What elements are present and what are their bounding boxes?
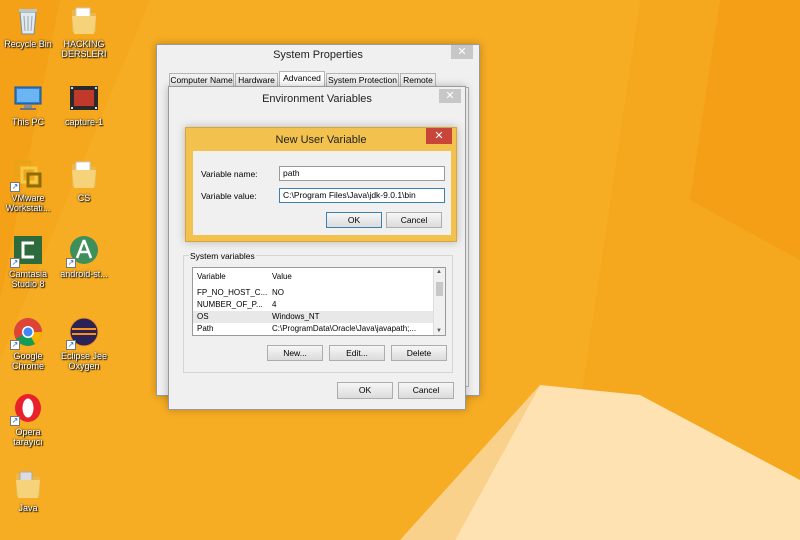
new-variable-cancel-button[interactable]: Cancel [386, 212, 442, 228]
cancel-button[interactable]: Cancel [398, 382, 454, 399]
folder-icon [68, 158, 100, 190]
desktop-icon-eclipse[interactable]: ↗ Eclipse Jee Oxygen [56, 316, 112, 371]
variable-name-cell: FP_NO_HOST_C... [197, 288, 267, 297]
system-variables-label: System variables [189, 251, 256, 261]
video-file-icon [68, 82, 100, 114]
shortcut-arrow-icon: ↗ [10, 340, 20, 350]
variable-value-cell: Windows_NT [272, 312, 320, 321]
variable-name-input[interactable]: path [279, 166, 445, 181]
close-icon: ✕ [457, 46, 467, 58]
system-variables-list[interactable]: Variable Value FP_NO_HOST_C... NO NUMBER… [192, 267, 446, 336]
desktop-icon-label: VMware Workstati... [5, 193, 51, 213]
desktop-icon-label: Eclipse Jee Oxygen [60, 351, 108, 371]
desktop-icon-opera[interactable]: ↗ Opera tarayıcı [0, 392, 56, 447]
desktop-icon-camtasia[interactable]: ↗ Camtasia Studio 8 [0, 234, 56, 289]
desktop-icon-android-studio[interactable]: ↗ android-st... [56, 234, 112, 279]
shortcut-arrow-icon: ↗ [66, 340, 76, 350]
desktop-icon-label: Recycle Bin [4, 39, 52, 49]
table-row[interactable]: Path C:\ProgramData\Oracle\Java\javapath… [193, 323, 434, 335]
table-row[interactable]: FP_NO_HOST_C... NO [193, 287, 434, 299]
desktop-icon-hacking-dersleri[interactable]: HACKING DERSLERI [56, 4, 112, 59]
variable-value-cell: C:\ProgramData\Oracle\Java\javapath;... [272, 324, 417, 333]
new-user-variable-title: New User Variable [275, 134, 367, 146]
variable-name-cell: Path [197, 324, 214, 333]
desktop-icon-label: capture-1 [64, 117, 104, 127]
system-properties-title: System Properties [273, 49, 363, 61]
shortcut-arrow-icon: ↗ [10, 416, 20, 426]
computer-icon [12, 82, 44, 114]
system-properties-close-button[interactable]: ✕ [451, 45, 473, 59]
close-icon: ✕ [445, 90, 455, 102]
desktop-icon-java[interactable]: Java [0, 468, 56, 513]
variable-name-cell: OS [197, 312, 209, 321]
shortcut-arrow-icon: ↗ [10, 182, 20, 192]
environment-variables-close-button[interactable]: ✕ [439, 89, 461, 103]
table-row[interactable]: OS Windows_NT [193, 311, 434, 323]
desktop-icon-label: Camtasia Studio 8 [8, 269, 47, 289]
variable-value-cell: 4 [272, 300, 277, 309]
dialog-body: Variable name: path Variable value: C:\P… [193, 151, 451, 235]
vertical-scrollbar[interactable]: ▲ ▼ [433, 268, 445, 335]
android-studio-icon: ↗ [66, 234, 100, 268]
desktop-icon-label: android-st... [60, 269, 108, 279]
variable-value-cell: NO [272, 288, 284, 297]
desktop-icon-label: Java [18, 503, 38, 513]
folder-icon [12, 468, 44, 500]
chrome-icon: ↗ [10, 316, 44, 350]
desktop-icon-capture-1[interactable]: capture-1 [56, 82, 112, 127]
desktop-icon-google-chrome[interactable]: ↗ Google Chrome [0, 316, 56, 371]
edit-system-variable-button[interactable]: Edit... [329, 345, 385, 361]
column-header-variable[interactable]: Variable [197, 272, 226, 281]
scrollbar-thumb[interactable] [436, 282, 443, 296]
table-row[interactable]: NUMBER_OF_P... 4 [193, 299, 434, 311]
variable-value-input[interactable]: C:\Program Files\Java\jdk-9.0.1\bin [279, 188, 445, 203]
shortcut-arrow-icon: ↗ [66, 258, 76, 268]
camtasia-icon: ↗ [10, 234, 44, 268]
close-icon: ✕ [434, 130, 444, 142]
scroll-up-icon[interactable]: ▲ [436, 269, 442, 275]
new-user-variable-dialog: New User Variable ✕ Variable name: path … [185, 127, 457, 242]
vmware-icon: ↗ [10, 158, 44, 192]
desktop-icon-label: HACKING DERSLERI [61, 39, 107, 59]
new-variable-ok-button[interactable]: OK [326, 212, 382, 228]
new-user-variable-close-button[interactable]: ✕ [426, 128, 452, 144]
desktop-icon-label: CS [77, 193, 91, 203]
recycle-bin-icon [12, 4, 44, 36]
environment-variables-title: Environment Variables [262, 93, 372, 105]
desktop-icon-label: This PC [11, 117, 44, 127]
new-system-variable-button[interactable]: New... [267, 345, 323, 361]
folder-icon [68, 4, 100, 36]
desktop-icon-this-pc[interactable]: This PC [0, 82, 56, 127]
desktop-icon-cs[interactable]: CS [56, 158, 112, 203]
column-header-value[interactable]: Value [272, 272, 292, 281]
variable-name-label: Variable name: [201, 169, 258, 179]
opera-icon: ↗ [10, 392, 44, 426]
ok-button[interactable]: OK [337, 382, 393, 399]
desktop-icon-label: Google Chrome [11, 351, 44, 371]
scroll-down-icon[interactable]: ▼ [436, 328, 442, 334]
variable-name-cell: NUMBER_OF_P... [197, 300, 263, 309]
delete-system-variable-button[interactable]: Delete [391, 345, 447, 361]
desktop-icon-label: Opera tarayıcı [13, 427, 43, 447]
desktop-icon-vmware[interactable]: ↗ VMware Workstati... [0, 158, 56, 213]
eclipse-icon: ↗ [66, 316, 100, 350]
shortcut-arrow-icon: ↗ [10, 258, 20, 268]
desktop-icon-recycle-bin[interactable]: Recycle Bin [0, 4, 56, 49]
variable-value-label: Variable value: [201, 191, 257, 201]
